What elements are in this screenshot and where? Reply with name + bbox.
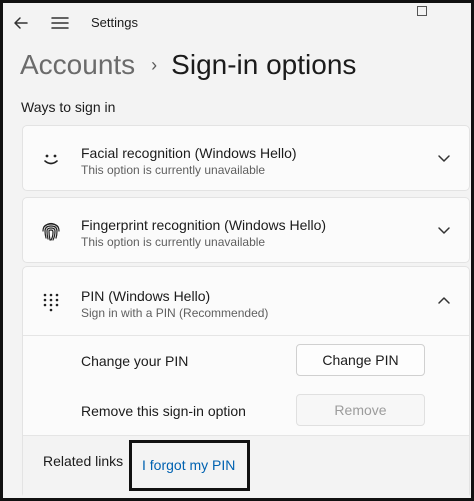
change-pin-label: Change your PIN [81,353,189,369]
remove-button[interactable]: Remove [296,394,425,426]
chevron-down-icon[interactable] [437,226,451,236]
chevron-down-icon[interactable] [437,154,451,164]
pin-card: PIN (Windows Hello) Sign in with a PIN (… [22,266,470,498]
breadcrumb-accounts[interactable]: Accounts [20,49,135,81]
fingerprint-icon [42,222,60,241]
window-title: Settings [91,15,138,30]
pin-subtitle: Sign in with a PIN (Recommended) [81,306,269,320]
forgot-pin-link[interactable]: I forgot my PIN [142,457,235,473]
hamburger-menu-icon[interactable] [51,15,69,31]
facial-recognition-card[interactable]: Facial recognition (Windows Hello) This … [22,125,470,191]
fingerprint-recognition-card[interactable]: Fingerprint recognition (Windows Hello) … [22,197,470,263]
breadcrumb: Accounts › Sign-in options [20,45,356,85]
back-arrow-icon[interactable] [11,13,31,33]
related-links-row: Related links I forgot my PIN [23,435,469,498]
fingerprint-recognition-subtitle: This option is currently unavailable [81,235,266,249]
chevron-up-icon[interactable] [437,295,451,305]
pin-title[interactable]: PIN (Windows Hello) [81,288,210,304]
smiley-face-icon [44,154,58,165]
page-title: Sign-in options [171,49,357,80]
breadcrumb-separator: › [151,54,158,75]
divider [23,335,469,336]
facial-recognition-subtitle: This option is currently unavailable [81,163,266,177]
maximize-icon[interactable] [417,6,427,16]
keypad-icon [43,293,59,312]
change-pin-button[interactable]: Change PIN [296,344,425,376]
facial-recognition-title: Facial recognition (Windows Hello) [81,145,297,161]
remove-option-label: Remove this sign-in option [81,403,246,419]
section-title: Ways to sign in [21,99,116,115]
settings-window: Settings Accounts › Sign-in options Ways… [0,0,474,501]
fingerprint-recognition-title: Fingerprint recognition (Windows Hello) [81,217,327,233]
title-bar: Settings [3,3,471,43]
highlight-box: I forgot my PIN [129,440,250,491]
related-links-label: Related links [43,453,124,469]
